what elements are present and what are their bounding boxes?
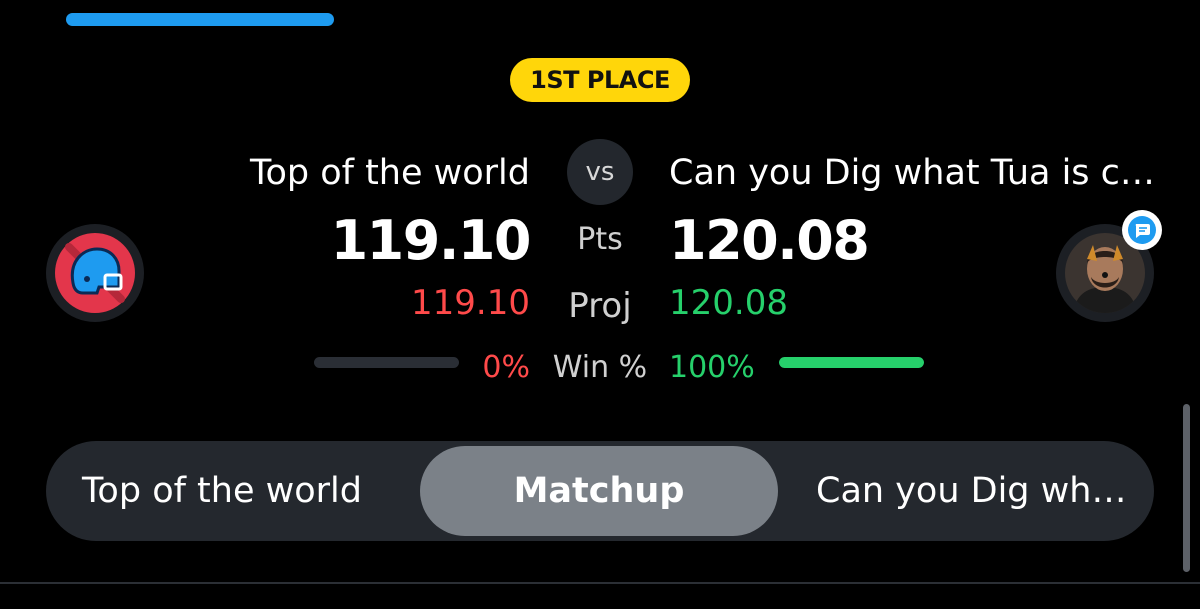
matchup-tab-bar: Top of the world Matchup Can you Dig wh… (46, 441, 1154, 541)
left-team-name[interactable]: Top of the world (250, 150, 530, 196)
tab-right-team[interactable]: Can you Dig wh… (816, 441, 1126, 541)
right-team-name[interactable]: Can you Dig what Tua is c… (669, 150, 1155, 196)
left-projection: 119.10 (411, 283, 530, 323)
right-win-bar-fill (779, 357, 924, 368)
chat-bubble-icon (1128, 216, 1156, 244)
left-team-avatar[interactable] (46, 224, 144, 322)
football-helmet-icon (55, 233, 135, 313)
left-win-percent: 0% (482, 350, 530, 385)
tab-matchup[interactable]: Matchup (420, 446, 778, 536)
right-win-percent: 100% (669, 350, 755, 385)
vs-label: vs (585, 157, 615, 187)
left-score: 119.10 (330, 209, 532, 272)
right-win-bar (779, 357, 924, 368)
place-badge-label: 1ST PLACE (530, 66, 670, 94)
tab-left-team[interactable]: Top of the world (82, 441, 362, 541)
chat-badge[interactable] (1122, 210, 1162, 250)
points-label: Pts (577, 222, 623, 257)
place-badge: 1ST PLACE (510, 58, 690, 102)
left-win-bar (314, 357, 459, 368)
projection-label: Proj (568, 286, 632, 326)
top-progress-bar (66, 13, 334, 26)
right-score: 120.08 (669, 209, 870, 272)
bottom-divider (0, 582, 1200, 584)
vs-badge: vs (567, 139, 633, 205)
scrollbar[interactable] (1183, 404, 1190, 572)
win-percent-label: Win % (552, 350, 648, 385)
right-projection: 120.08 (669, 283, 788, 323)
